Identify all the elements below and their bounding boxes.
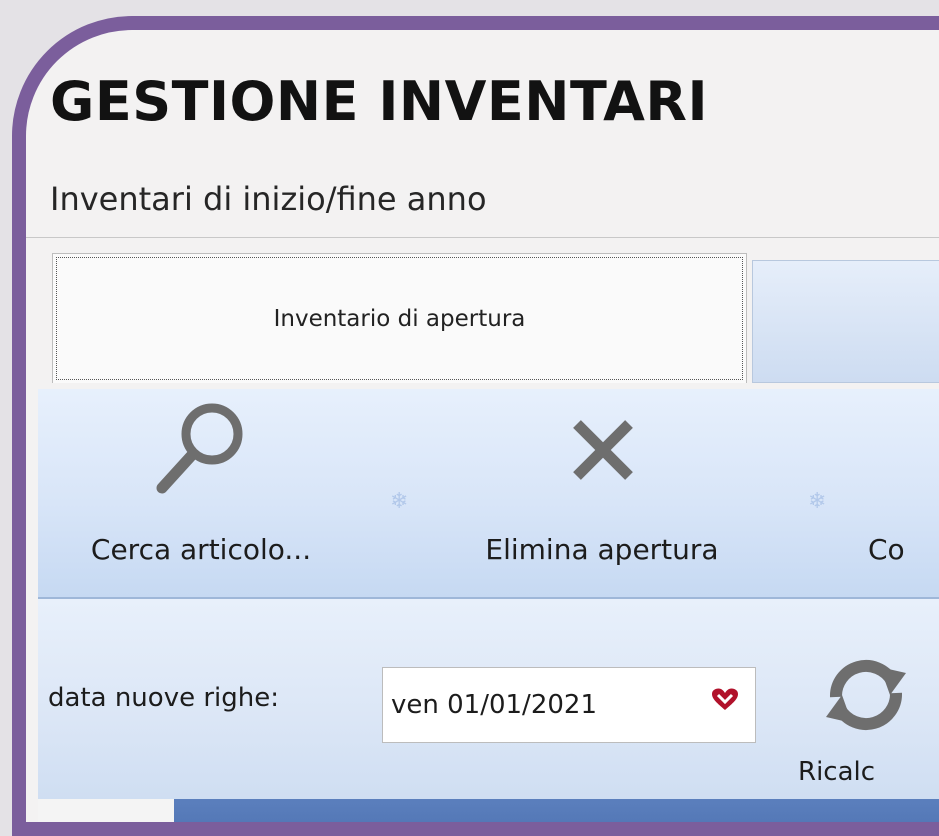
recalculate-label: Ricalc bbox=[798, 757, 876, 787]
tab-inventario-apertura[interactable]: Inventario di apertura bbox=[52, 253, 747, 383]
separator-snowflake-icon: ❄ bbox=[390, 489, 409, 514]
refresh-icon[interactable] bbox=[818, 647, 914, 747]
tab-focus-rect: Inventario di apertura bbox=[56, 257, 743, 380]
close-icon bbox=[547, 389, 657, 509]
grid-column-header bbox=[174, 799, 939, 822]
tab-next[interactable] bbox=[752, 260, 939, 383]
page-subtitle: Inventari di inizio/fine anno bbox=[50, 180, 487, 218]
grid-header-strip bbox=[38, 799, 939, 836]
search-article-button[interactable]: Cerca articolo... bbox=[66, 389, 336, 597]
tab-label: Inventario di apertura bbox=[273, 305, 526, 332]
grid-icon bbox=[60, 825, 148, 836]
toolbar-filters: data nuove righe: ven 01/01/2021 Ricalc bbox=[38, 599, 939, 799]
tab-strip: Inventario di apertura bbox=[26, 237, 939, 390]
screenshot-frame: GESTIONE INVENTARI Inventari di inizio/f… bbox=[12, 16, 939, 836]
separator-snowflake-icon: ❄ bbox=[808, 489, 827, 514]
toolbar-actions: Cerca articolo... ❄ Elimina apertura ❄ C… bbox=[38, 389, 939, 599]
dropdown-heart-icon[interactable] bbox=[711, 688, 739, 716]
delete-opening-button[interactable]: Elimina apertura bbox=[452, 389, 752, 597]
grid-corner[interactable] bbox=[38, 799, 175, 836]
date-value: ven 01/01/2021 bbox=[391, 690, 597, 720]
date-new-rows-field[interactable]: ven 01/01/2021 bbox=[382, 667, 756, 743]
search-icon bbox=[146, 389, 256, 509]
date-new-rows-label: data nuove righe: bbox=[48, 683, 279, 713]
toolbar-button-3[interactable]: Co bbox=[868, 389, 939, 597]
delete-opening-label: Elimina apertura bbox=[485, 533, 719, 566]
toolbar-label-3: Co bbox=[868, 533, 905, 566]
search-article-label: Cerca articolo... bbox=[90, 533, 312, 566]
page-title: GESTIONE INVENTARI bbox=[50, 70, 709, 133]
